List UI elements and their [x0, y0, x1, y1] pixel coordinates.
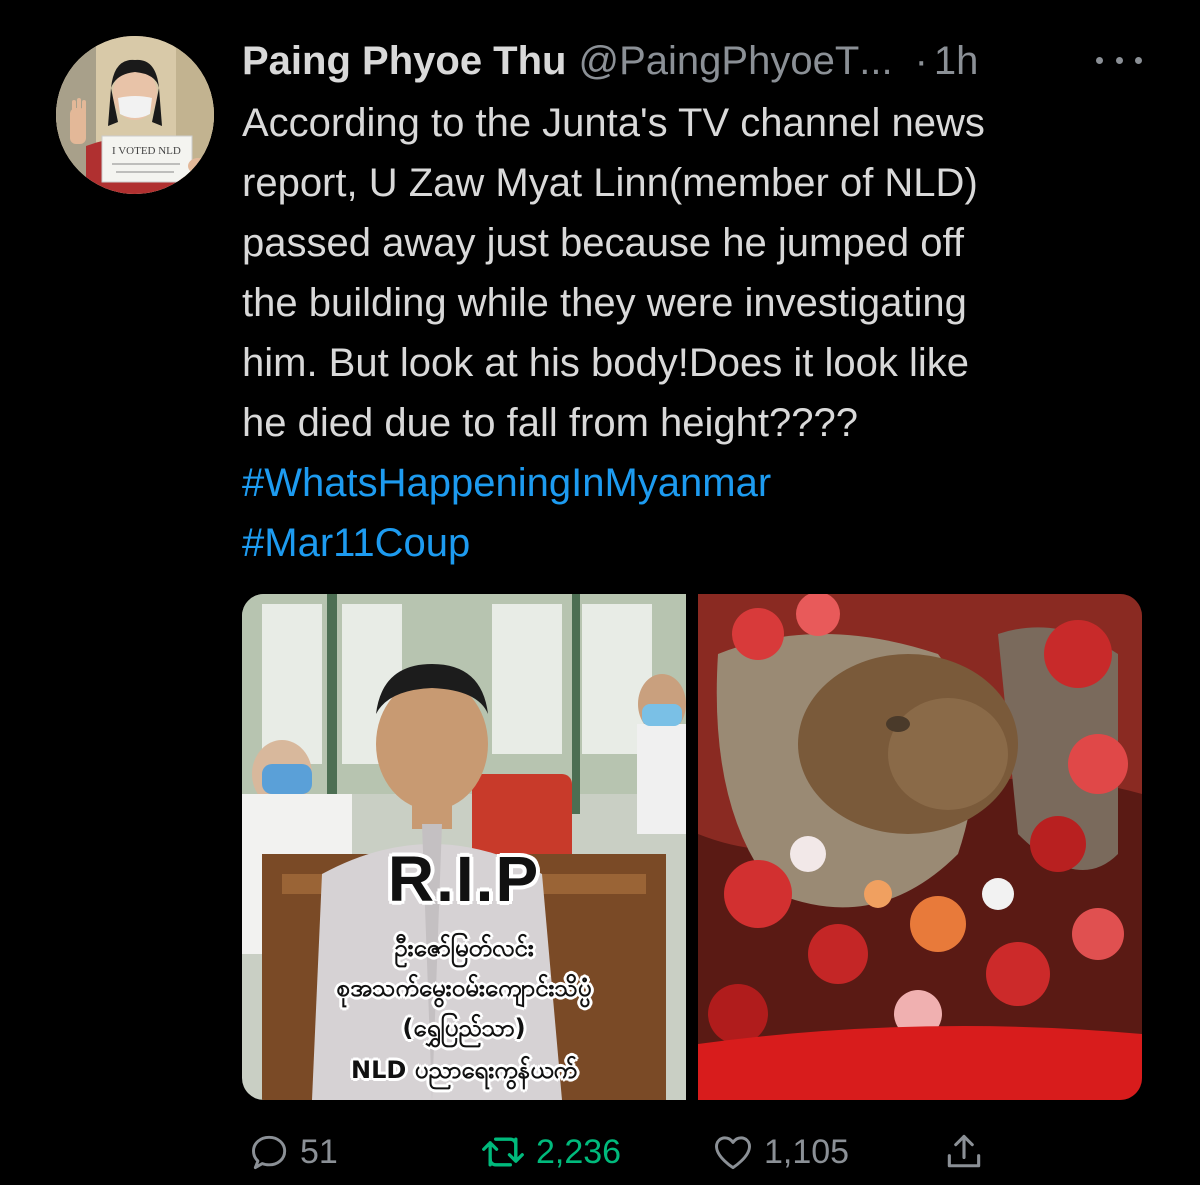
tweet-text-line: he died due to fall from height???? — [242, 401, 858, 445]
timestamp[interactable]: 1h — [934, 36, 979, 86]
hashtag-link[interactable]: #WhatsHappeningInMyanmar — [242, 461, 771, 505]
tweet-actions: 51 2,236 1,105 — [242, 1124, 1142, 1180]
tweet-text-line: According to the Junta's TV channel news — [242, 101, 985, 145]
media-image-right[interactable] — [698, 594, 1142, 1100]
more-dot — [1096, 56, 1103, 64]
like-count: 1,105 — [764, 1132, 850, 1171]
tweet[interactable]: I VOTED NLD Paing Phyoe Thu @PaingPhyoeT… — [0, 0, 1200, 1185]
rip-caption-line: ဦးဇော်မြတ်လင်း — [394, 934, 534, 962]
rip-caption-line: NLD ပညာရေးကွန်ယက် — [350, 1056, 577, 1084]
share-button[interactable] — [942, 1124, 994, 1180]
tweet-text-line: passed away just because he jumped off — [242, 221, 964, 265]
tweet-header: Paing Phyoe Thu @PaingPhyoeT... · 1h — [242, 36, 1142, 86]
time-separator: · — [914, 39, 928, 83]
tweet-text: According to the Junta's TV channel news… — [242, 93, 1172, 573]
media-image-left[interactable]: R.I.P ဦးဇော်မြတ်လင်း စုအသက်မွေးဝမ်းကျောင… — [242, 594, 686, 1100]
rip-title: R.I.P — [387, 843, 541, 915]
tweet-text-line: report, U Zaw Myat Linn(member of NLD) — [242, 161, 978, 205]
tweet-text-line: him. But look at his body!Does it look l… — [242, 341, 970, 385]
avatar[interactable]: I VOTED NLD — [56, 36, 214, 194]
retweet-button[interactable]: 2,236 — [478, 1124, 621, 1180]
reply-icon — [252, 1135, 287, 1170]
share-icon — [947, 1134, 981, 1168]
avatar-image: I VOTED NLD — [56, 36, 214, 194]
like-icon — [715, 1136, 751, 1170]
hashtag-link[interactable]: #Mar11Coup — [242, 521, 470, 565]
rip-caption-line: (ရွှေပြည်သာ) — [402, 1014, 526, 1042]
more-dot — [1115, 56, 1123, 64]
media-grid: R.I.P ဦးဇော်မြတ်လင်း စုအသက်မွေးဝမ်းကျောင… — [242, 594, 1142, 1100]
retweet-count: 2,236 — [536, 1132, 622, 1171]
tweet-text-line: the building while they were investigati… — [242, 281, 967, 325]
more-icon[interactable] — [1096, 42, 1142, 78]
funeral-photo — [698, 594, 1142, 1100]
retweet-icon — [482, 1137, 524, 1167]
avatar-sign-text: I VOTED NLD — [112, 145, 181, 157]
rip-caption-line: စုအသက်မွေးဝမ်းကျောင်းသိပ္ပံ — [336, 974, 592, 1002]
like-button[interactable]: 1,105 — [710, 1124, 849, 1180]
reply-count: 51 — [300, 1132, 338, 1171]
reply-button[interactable]: 51 — [248, 1124, 338, 1180]
display-name[interactable]: Paing Phyoe Thu — [242, 36, 566, 86]
user-handle[interactable]: @PaingPhyoeT — [578, 36, 859, 86]
handle-ellipsis: ... — [859, 39, 893, 83]
more-dot — [1135, 56, 1142, 64]
